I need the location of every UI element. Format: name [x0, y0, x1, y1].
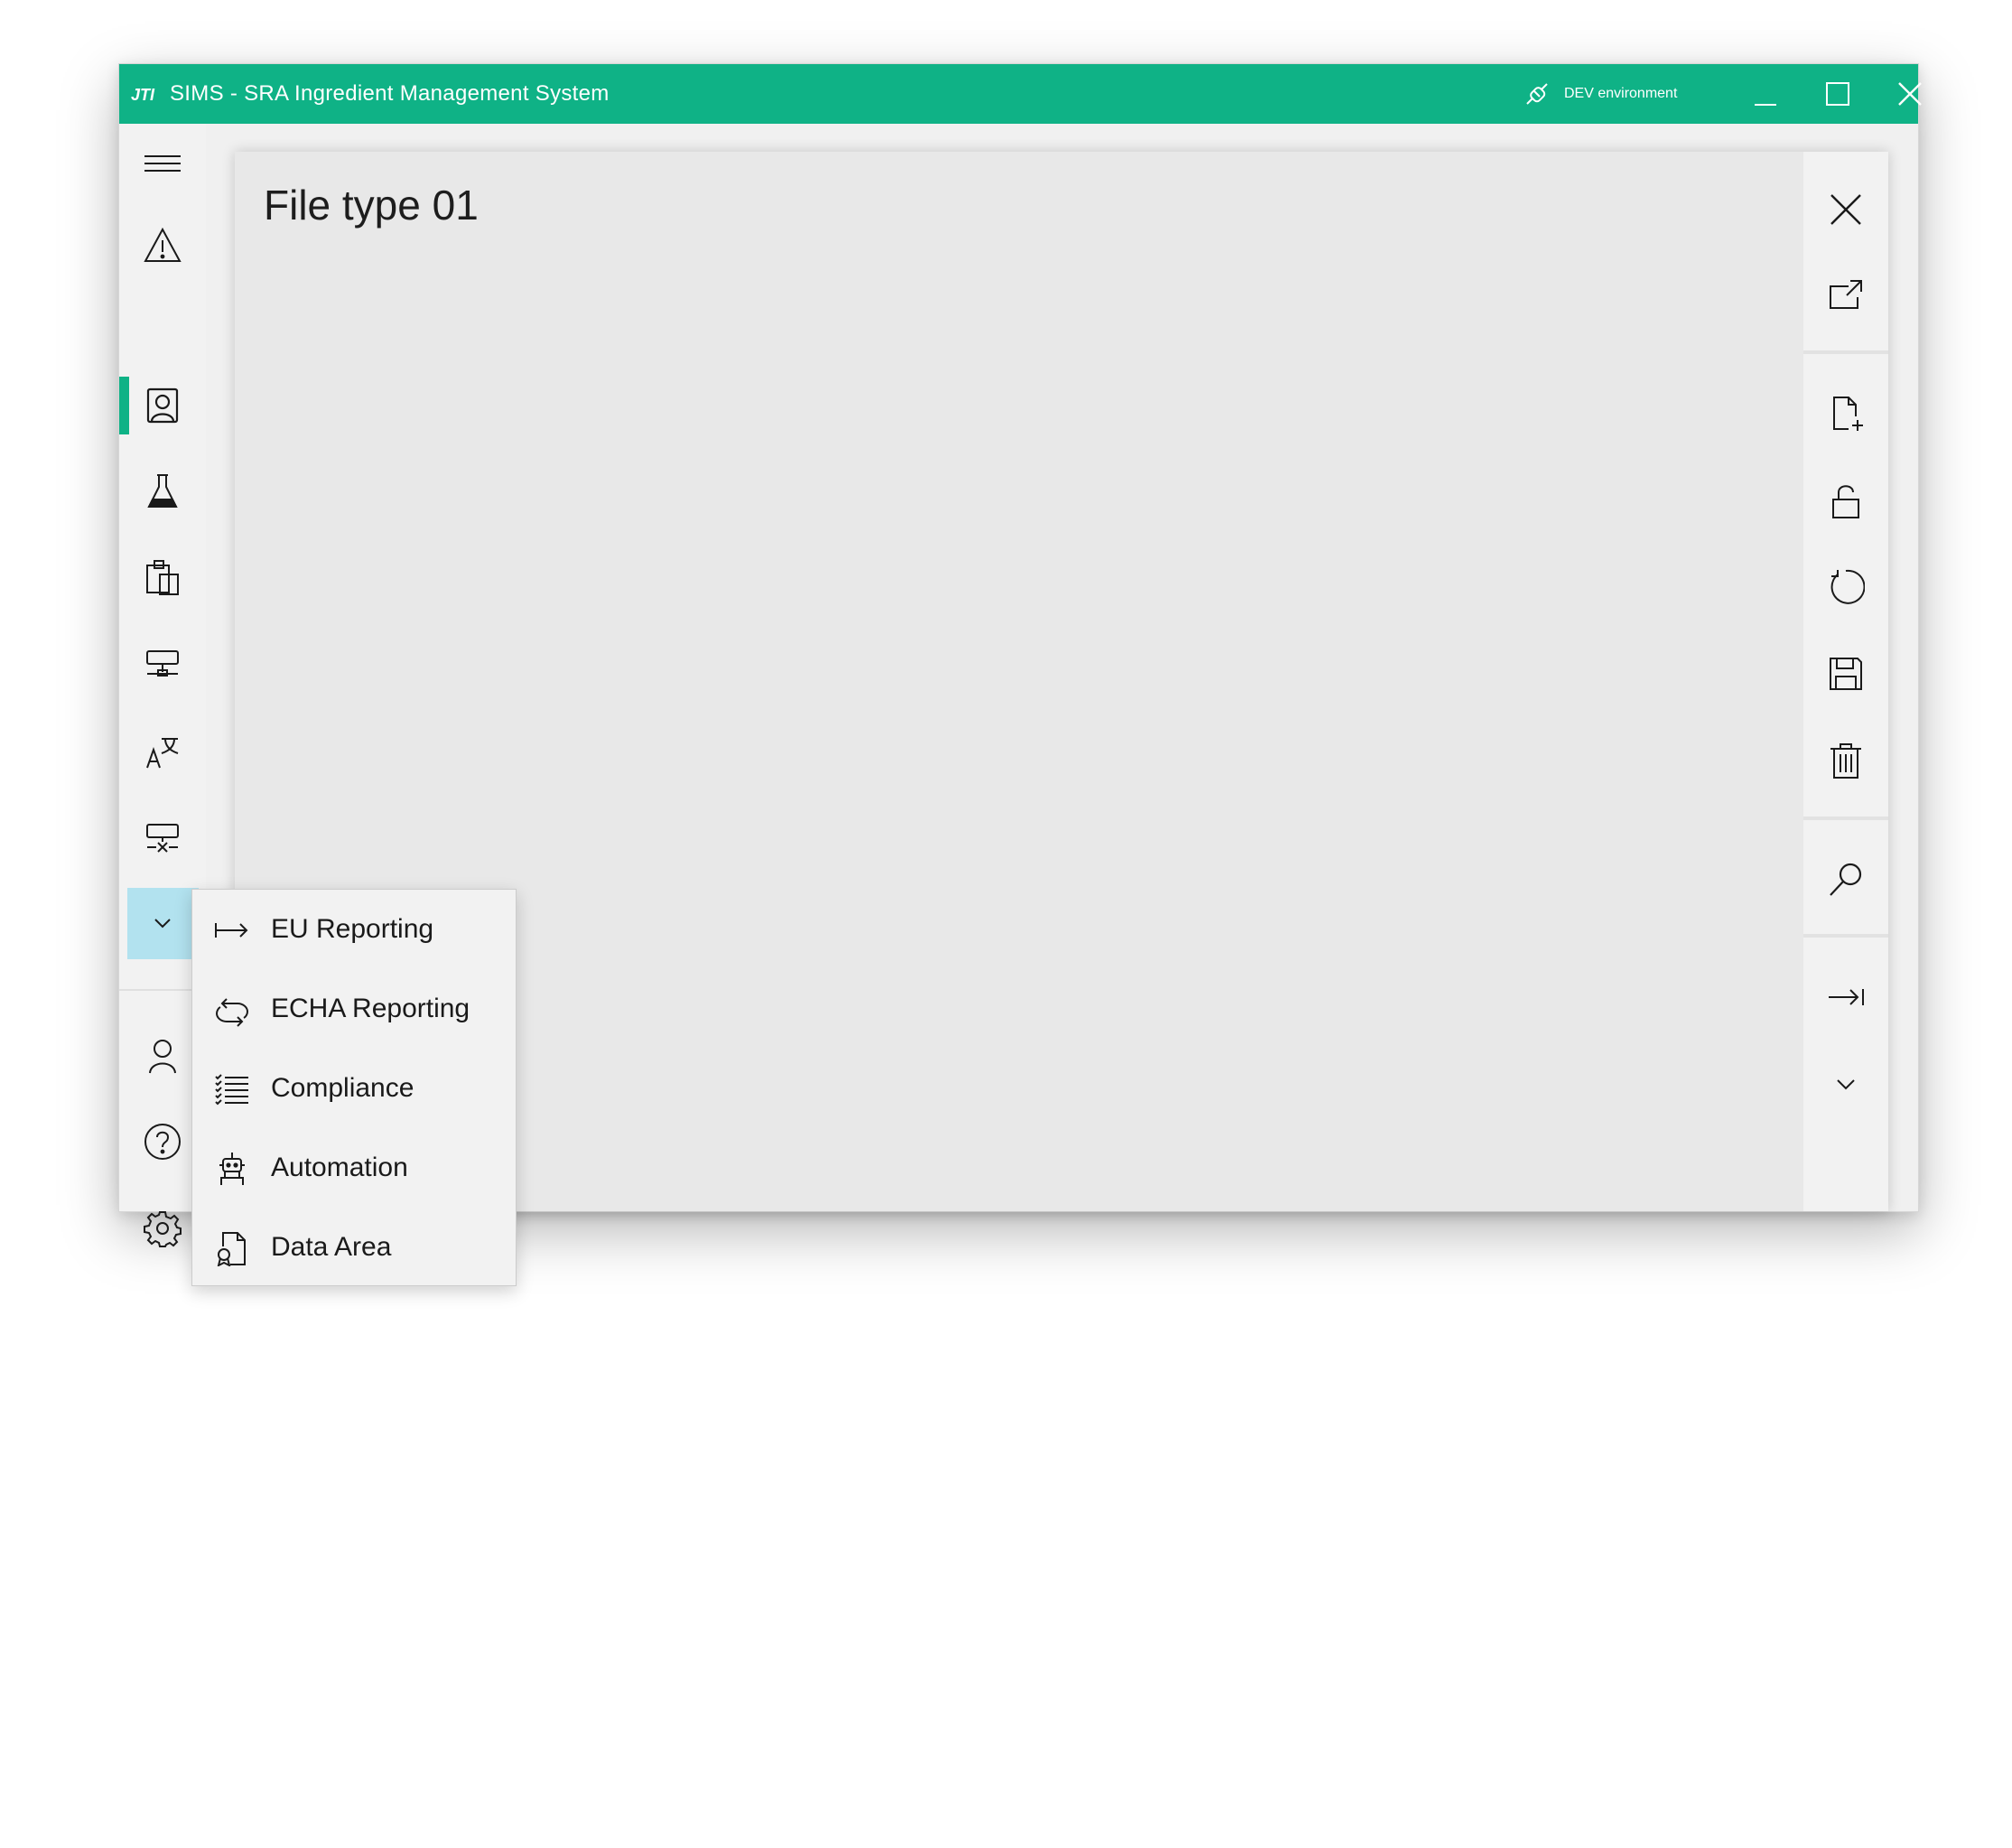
menu-item-data-area[interactable]: Data Area — [192, 1208, 516, 1287]
nav-item-alerts[interactable] — [119, 217, 206, 275]
command-divider — [1803, 350, 1888, 354]
nav-more-button[interactable] — [127, 888, 199, 959]
search-button[interactable] — [1803, 844, 1888, 916]
chevron-down-icon — [154, 919, 171, 929]
sync-icon — [215, 998, 249, 1027]
go-to-end-button[interactable] — [1803, 961, 1888, 1033]
unlock-button[interactable] — [1803, 464, 1888, 537]
document-badge-icon — [217, 1232, 246, 1266]
delete-icon — [1830, 743, 1861, 779]
nav-item-tasks[interactable] — [119, 548, 206, 606]
translate-icon — [146, 738, 179, 769]
help-icon — [144, 1124, 181, 1160]
menu-item-echa-reporting[interactable]: ECHA Reporting — [192, 969, 516, 1049]
contact-card-icon — [146, 387, 179, 424]
menu-item-eu-reporting[interactable]: EU Reporting — [192, 890, 516, 969]
title-bar[interactable]: JTI SIMS - SRA Ingredient Management Sys… — [119, 64, 1922, 124]
close-window-button[interactable] — [1878, 64, 1942, 124]
nav-item-lab[interactable] — [119, 462, 206, 520]
command-bar — [1803, 152, 1888, 1211]
menu-item-label: EU Reporting — [271, 914, 434, 944]
network-icon — [146, 650, 179, 677]
new-document-icon — [1833, 397, 1863, 431]
save-icon — [1830, 658, 1862, 690]
more-menu-flyout: EU Reporting ECHA Reporting Compliance A… — [191, 889, 517, 1286]
more-commands-button[interactable] — [1803, 1049, 1888, 1121]
nav-item-contacts[interactable] — [119, 377, 206, 434]
svg-text:JTI: JTI — [131, 86, 155, 104]
close-icon — [1898, 82, 1922, 106]
command-divider — [1803, 817, 1888, 820]
nav-item-network[interactable] — [119, 635, 206, 693]
panel-title: File type 01 — [264, 182, 479, 229]
menu-item-label: Automation — [271, 1153, 408, 1182]
environment-label: DEV environment — [1564, 86, 1678, 101]
menu-item-label: ECHA Reporting — [271, 994, 470, 1023]
minimize-button[interactable] — [1734, 64, 1797, 124]
menu-item-compliance[interactable]: Compliance — [192, 1049, 516, 1128]
save-button[interactable] — [1803, 638, 1888, 710]
network-disconnect-icon — [146, 824, 179, 853]
search-icon — [1830, 863, 1862, 896]
minimize-icon — [1755, 104, 1776, 106]
plug-connection-icon — [1526, 83, 1548, 105]
delete-button[interactable] — [1803, 724, 1888, 797]
flask-icon — [147, 474, 178, 508]
nav-menu-toggle[interactable] — [119, 135, 206, 192]
open-in-window-icon — [1830, 280, 1862, 309]
maximize-button[interactable] — [1806, 64, 1869, 124]
close-icon — [1830, 194, 1861, 225]
refresh-button[interactable] — [1803, 551, 1888, 623]
menu-item-label: Data Area — [271, 1232, 392, 1262]
robot-icon — [219, 1153, 245, 1185]
new-document-button[interactable] — [1803, 378, 1888, 450]
checklist-icon — [215, 1074, 248, 1106]
jti-logo: JTI — [131, 86, 155, 104]
nav-item-translations[interactable] — [119, 722, 206, 779]
go-to-end-icon — [1829, 989, 1864, 1005]
user-icon — [149, 1040, 176, 1074]
open-in-window-button[interactable] — [1803, 260, 1888, 332]
hamburger-menu-icon — [144, 155, 181, 172]
refresh-icon — [1830, 569, 1865, 604]
nav-item-disconnected[interactable] — [119, 808, 206, 866]
unlock-icon — [1832, 485, 1859, 518]
chevron-down-icon — [1837, 1079, 1855, 1090]
menu-item-automation[interactable]: Automation — [192, 1128, 516, 1208]
command-divider — [1803, 934, 1888, 938]
clipboard-icon — [146, 560, 179, 595]
maximize-icon — [1826, 82, 1849, 106]
settings-icon — [144, 1211, 182, 1247]
close-panel-button[interactable] — [1803, 173, 1888, 246]
window-title: SIMS - SRA Ingredient Management System — [170, 81, 610, 106]
arrow-export-icon — [215, 923, 248, 938]
warning-icon — [144, 227, 182, 262]
menu-item-label: Compliance — [271, 1073, 415, 1103]
